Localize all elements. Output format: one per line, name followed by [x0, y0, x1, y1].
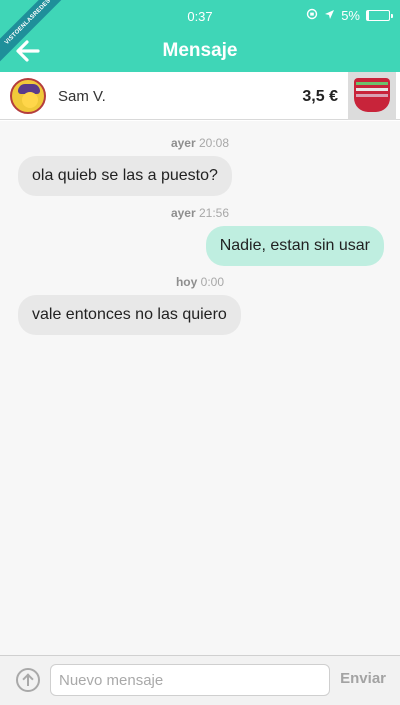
chat-area[interactable]: ayer 20:08 ola quieb se las a puesto? ay… — [0, 121, 400, 655]
message-bubble-outgoing: Nadie, estan sin usar — [205, 226, 384, 266]
message-bubble-incoming: ola quieb se las a puesto? — [18, 156, 232, 196]
product-thumbnail[interactable] — [348, 72, 396, 120]
seller-avatar[interactable] — [10, 78, 46, 114]
orientation-lock-icon — [306, 8, 318, 23]
composer-bar: Enviar — [0, 655, 400, 705]
battery-percent: 5% — [341, 8, 360, 23]
battery-icon — [366, 10, 393, 21]
status-bar: 0:37 5% — [0, 0, 400, 32]
status-right: 5% — [306, 8, 393, 23]
product-bar[interactable]: Sam V. 3,5 € — [0, 72, 400, 120]
timestamp: ayer 20:08 — [170, 136, 230, 150]
app-header: VISTOENLASREDES 0:37 5% Mensaje — [0, 0, 400, 72]
product-price: 3,5 € — [302, 88, 338, 105]
timestamp: ayer 21:56 — [170, 206, 230, 220]
message-bubble-incoming: vale entonces no las quiero — [18, 295, 241, 335]
nav-bar: Mensaje — [0, 32, 400, 72]
message-input[interactable] — [50, 664, 330, 696]
location-arrow-icon — [324, 8, 335, 23]
timestamp: hoy 0:00 — [175, 275, 225, 289]
seller-name[interactable]: Sam V. — [58, 88, 106, 105]
page-title: Mensaje — [162, 40, 238, 61]
send-button[interactable]: Enviar — [340, 670, 386, 687]
upload-arrow-icon[interactable] — [16, 668, 40, 692]
